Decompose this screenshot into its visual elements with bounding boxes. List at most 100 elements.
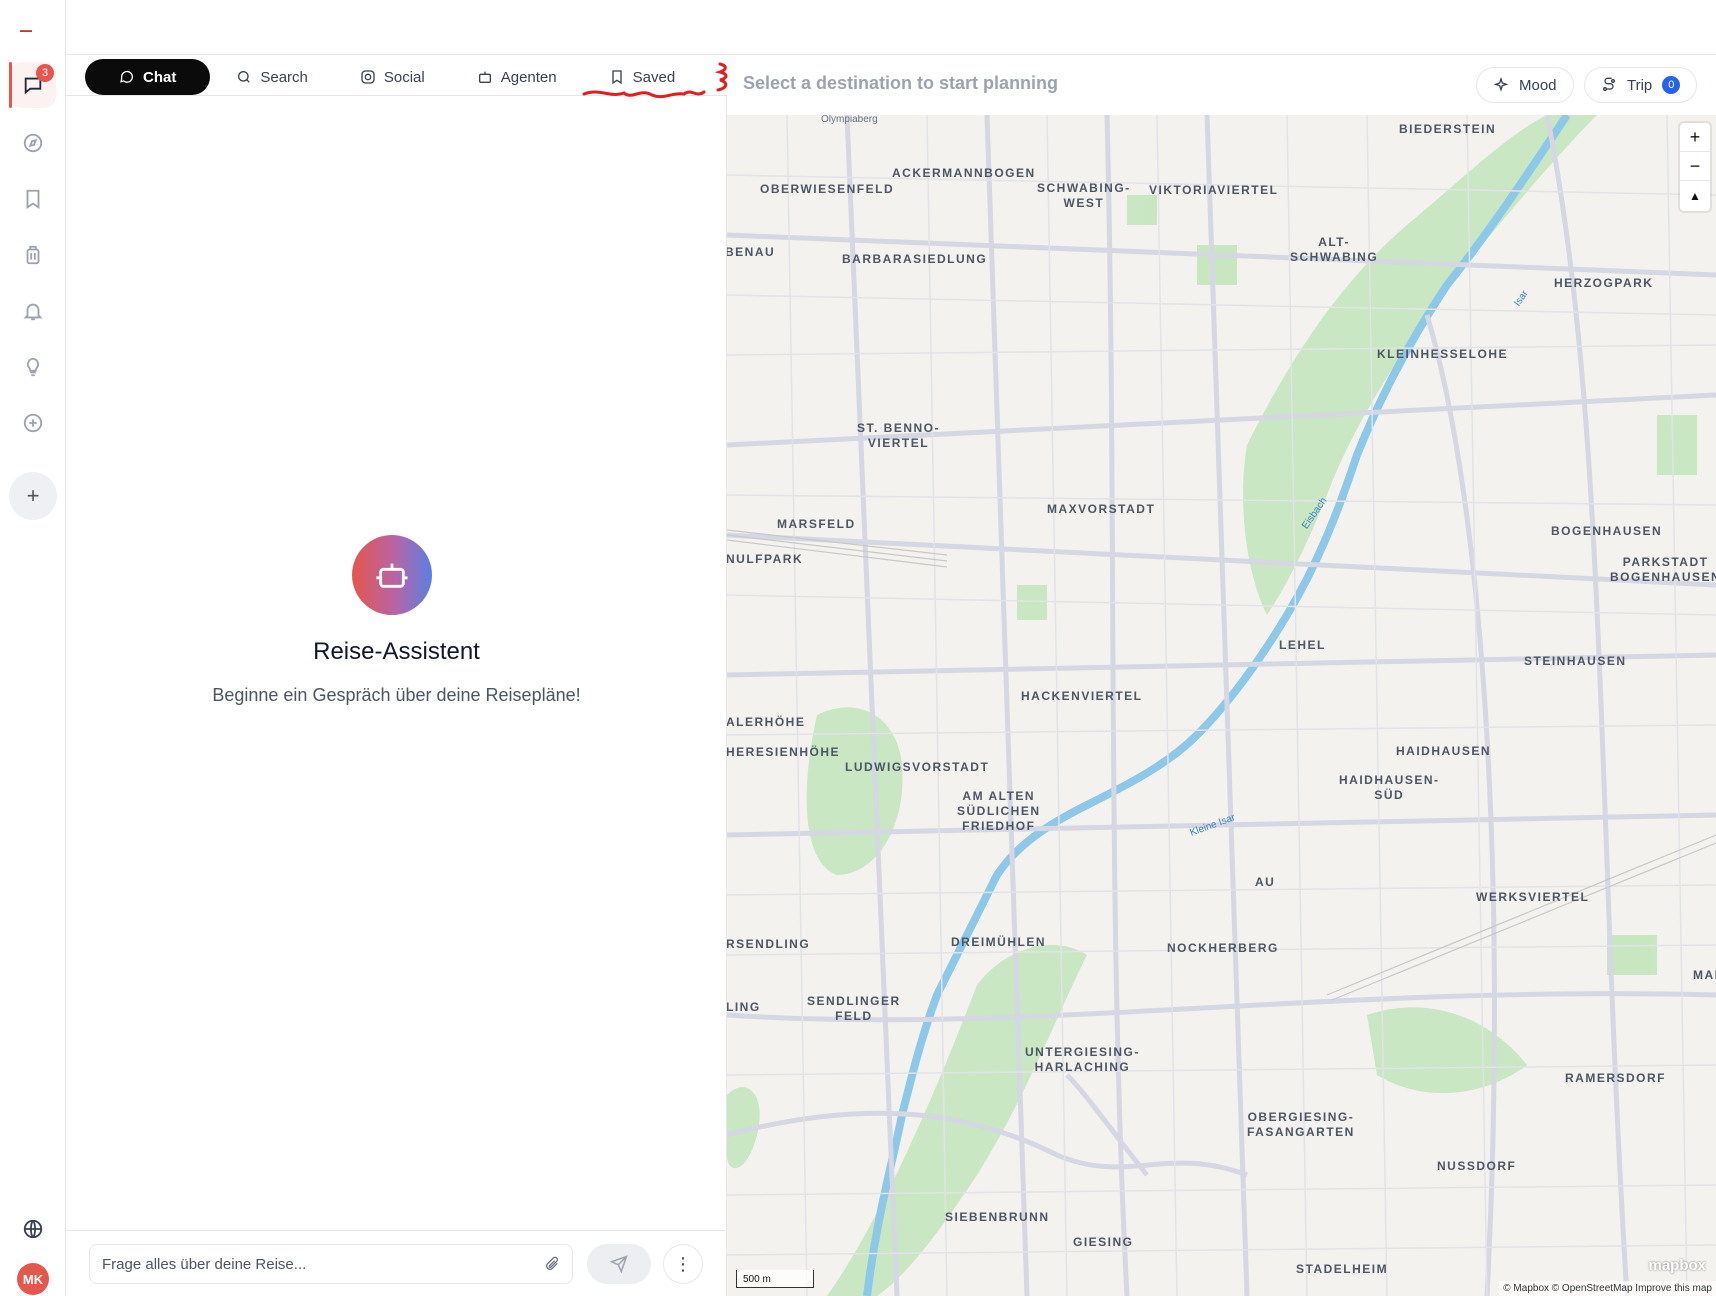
rail-saved-button[interactable]: [10, 176, 56, 222]
search-icon: [238, 71, 251, 83]
map-label: ST. BENNO- VIERTEL: [857, 421, 941, 450]
tab-search[interactable]: Search: [210, 59, 334, 95]
tab-search-label: Search: [260, 68, 308, 86]
map-label: RSENDLING: [727, 937, 811, 951]
assistant-title: Reise-Assistent: [313, 638, 480, 665]
rail-create-button[interactable]: [10, 400, 56, 446]
map-label: SIEBENBRUNN: [945, 1210, 1050, 1224]
map-label: NOCKHERBERG: [1167, 941, 1279, 955]
rail-ideas-button[interactable]: [10, 344, 56, 390]
more-options-button[interactable]: ⋮: [663, 1244, 703, 1284]
rail-language-button[interactable]: [10, 1206, 56, 1252]
bookmark-icon: [611, 70, 622, 85]
map-label: ALERHÖHE: [727, 715, 806, 729]
bell-icon: [23, 303, 43, 321]
tab-social[interactable]: Social: [334, 59, 451, 95]
map-label: AM ALTEN SÜDLICHEN FRIEDHOF: [957, 789, 1041, 833]
luggage-icon: [26, 245, 40, 265]
rail-add-button[interactable]: +: [9, 472, 57, 520]
tab-agenten-label: Agenten: [500, 68, 557, 86]
map-label: AU: [1255, 875, 1276, 889]
map-label: Olympiaberg: [821, 115, 878, 125]
map-label: MAXVORSTADT: [1047, 502, 1156, 516]
chat-input[interactable]: Frage alles über deine Reise...: [89, 1244, 573, 1284]
chat-panel: Reise-Assistent Beginne ein Gespräch übe…: [66, 96, 727, 1296]
tab-social-label: Social: [383, 68, 425, 86]
tab-chat[interactable]: Chat: [85, 59, 211, 95]
chat-badge: 3: [36, 64, 54, 82]
top-bar: [66, 0, 1716, 55]
map-label: ACKERMANNBOGEN: [892, 166, 1036, 180]
tab-saved-label: Saved: [632, 68, 676, 86]
map-zoom-controls: + − ▲: [1680, 123, 1710, 211]
zoom-out-button[interactable]: −: [1680, 152, 1710, 181]
map-label: OBERWIESENFELD: [760, 182, 895, 196]
rail-notifications-button[interactable]: [10, 288, 56, 334]
tab-chat-label: Chat: [143, 68, 177, 86]
assistant-subtitle: Beginne ein Gespräch über deine Reiseplä…: [212, 685, 581, 705]
assistant-avatar: [352, 535, 432, 615]
map-label: LEHEL: [1279, 638, 1326, 652]
map-label: STEINHAUSEN: [1524, 654, 1627, 668]
map-label: MAI: [1693, 968, 1716, 982]
rail-explore-button[interactable]: [10, 120, 56, 166]
route-icon: [1603, 77, 1615, 91]
compass-icon: [23, 133, 43, 153]
panel-tabs: Chat Search Social Agenten Saved: [85, 59, 701, 95]
map-label: ALT- SCHWABING: [1290, 235, 1379, 264]
app-root: ▬▬ 3 + MK Reise-Assistent Beginne ein Ge…: [0, 0, 1716, 1296]
map-label: SCHWABING- WEST: [1037, 181, 1131, 210]
map-label: HACKENVIERTEL: [1021, 689, 1143, 703]
robot-icon: [376, 563, 408, 588]
map-label: LING: [727, 1000, 761, 1014]
map-attribution[interactable]: © Mapbox © OpenStreetMap Improve this ma…: [1499, 1281, 1716, 1296]
plus-circle-icon: [23, 413, 43, 433]
instagram-icon: [361, 70, 375, 84]
trip-button[interactable]: Trip 0: [1584, 67, 1698, 103]
mood-button[interactable]: Mood: [1476, 67, 1574, 103]
app-logo: ▬▬: [20, 28, 32, 34]
robot-icon: [478, 71, 491, 83]
trip-label: Trip: [1627, 76, 1653, 94]
mapbox-logo[interactable]: mapbox: [1648, 1257, 1706, 1274]
map-label: VIKTORIAVIERTEL: [1149, 183, 1279, 197]
chat-input-placeholder: Frage alles über deine Reise...: [102, 1255, 307, 1273]
map-label: PARKSTADT BOGENHAUSEN: [1610, 555, 1716, 584]
map-canvas[interactable]: Olympiaberg ACKERMANNBOGEN SCHWABING- WE…: [727, 115, 1716, 1296]
map-label: GIESING: [1073, 1235, 1134, 1249]
map-label: DREIMÜHLEN: [951, 935, 1046, 949]
send-button[interactable]: [587, 1244, 651, 1284]
chat-composer: Frage alles über deine Reise... ⋮: [66, 1230, 727, 1296]
tabs-divider: [66, 95, 727, 96]
map-label: SENDLINGER FELD: [807, 994, 901, 1023]
map-label: NULFPARK: [727, 552, 804, 566]
map-label: LUDWIGSVORSTADT: [845, 760, 990, 774]
map-label: BIEDERSTEIN: [1399, 122, 1497, 136]
map-label: HERESIENHÖHE: [727, 745, 841, 759]
tab-agenten[interactable]: Agenten: [451, 59, 583, 95]
mood-label: Mood: [1519, 76, 1557, 94]
left-rail: ▬▬ 3 + MK: [0, 0, 66, 1296]
send-icon: [610, 1255, 628, 1273]
user-avatar[interactable]: MK: [17, 1263, 49, 1295]
map-label: RAMERSDORF: [1565, 1071, 1666, 1085]
tab-saved[interactable]: Saved: [583, 59, 702, 95]
map-label: BOGENHAUSEN: [1551, 524, 1663, 538]
map-label: WERKSVIERTEL: [1476, 890, 1590, 904]
chat-icon: [120, 70, 133, 83]
rail-trips-button[interactable]: [10, 232, 56, 278]
map-label: HAIDHAUSEN- SÜD: [1339, 773, 1440, 802]
map-label: HERZOGPARK: [1554, 276, 1654, 290]
map-label: BARBARASIEDLUNG: [842, 252, 988, 266]
zoom-in-button[interactable]: +: [1680, 123, 1710, 152]
map-base-layer: [727, 115, 1716, 1296]
destination-hint: Select a destination to start planning: [743, 73, 1059, 93]
paperclip-icon[interactable]: [544, 1256, 560, 1272]
rail-chat-button[interactable]: 3: [9, 62, 56, 108]
map-scale: 500 m: [736, 1270, 814, 1288]
globe-icon: [23, 1219, 43, 1239]
map-label: NUSSDORF: [1437, 1159, 1517, 1173]
map-label: KLEINHESSELOHE: [1377, 347, 1509, 361]
map-label: BENAU: [727, 245, 776, 259]
compass-reset-button[interactable]: ▲: [1680, 181, 1710, 210]
